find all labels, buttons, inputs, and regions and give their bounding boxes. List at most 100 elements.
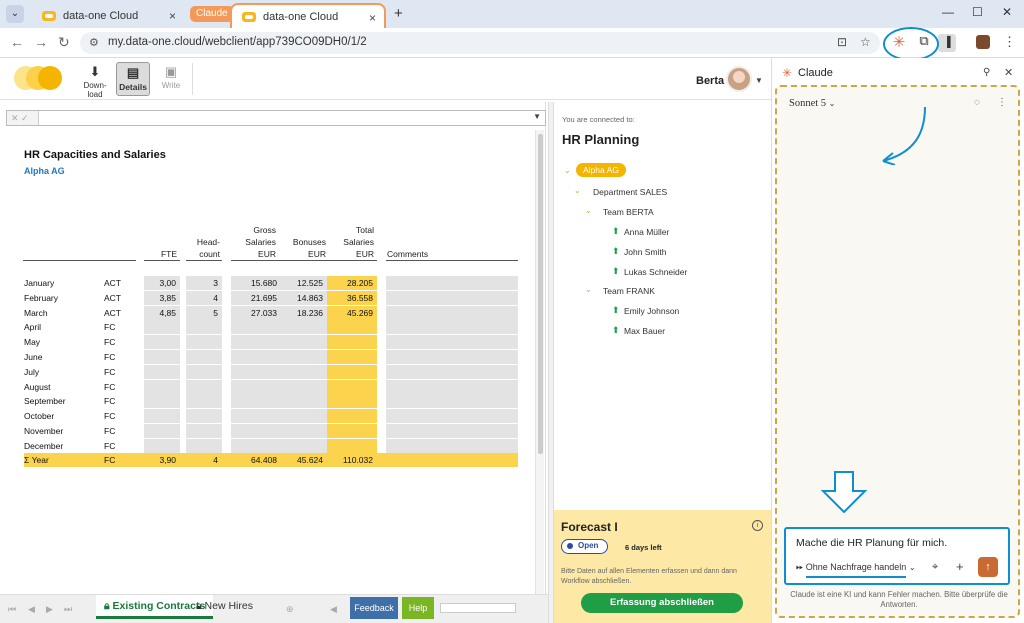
cell-total[interactable]: [327, 335, 377, 349]
cell-fte[interactable]: 4,85: [144, 306, 180, 320]
cell-head[interactable]: [186, 394, 222, 408]
tab-search-icon[interactable]: ⌄: [6, 5, 24, 23]
cell-gross[interactable]: 21.695: [231, 291, 281, 305]
cell-comment[interactable]: [386, 291, 518, 305]
cell-head[interactable]: 4: [186, 291, 222, 305]
cell-comment[interactable]: [386, 409, 518, 423]
complete-entry-button[interactable]: Erfassung abschließen: [581, 593, 743, 613]
feedback-button[interactable]: Feedback: [350, 597, 398, 619]
cell-bonus[interactable]: [281, 380, 327, 394]
info-icon[interactable]: i: [752, 520, 763, 531]
cell-total[interactable]: [327, 380, 377, 394]
cell-head[interactable]: [186, 380, 222, 394]
chevron-down-icon[interactable]: ▼: [755, 76, 763, 85]
add-attachment-icon[interactable]: +: [956, 559, 964, 574]
cell-total[interactable]: [327, 409, 377, 423]
chevron-down-icon[interactable]: ▼: [533, 112, 541, 121]
add-sheet-icon[interactable]: ⊕: [286, 604, 294, 615]
cell-bonus[interactable]: 18.236: [281, 306, 327, 320]
prev-sheet-icon[interactable]: ◀: [28, 604, 35, 615]
cell-fte[interactable]: [144, 320, 180, 334]
cell-comment[interactable]: [386, 306, 518, 320]
cell-total[interactable]: [327, 320, 377, 334]
cell-head[interactable]: 5: [186, 306, 222, 320]
cell-bonus[interactable]: [281, 335, 327, 349]
cell-comment[interactable]: [386, 276, 518, 290]
bookmark-star-icon[interactable]: ☆: [860, 35, 871, 49]
minimize-icon[interactable]: —: [942, 5, 954, 19]
formula-bar[interactable]: ✕ ✓ ▼: [6, 110, 546, 126]
tree-item-person[interactable]: Max Bauer: [624, 326, 665, 336]
cell-bonus[interactable]: 14.863: [281, 291, 327, 305]
cell-fte[interactable]: [144, 335, 180, 349]
tree-item-person[interactable]: John Smith: [624, 247, 667, 257]
next-sheet-icon[interactable]: ▶: [46, 604, 53, 615]
site-info-icon[interactable]: ⚙: [89, 36, 99, 49]
cell-head[interactable]: [186, 335, 222, 349]
cell-gross[interactable]: [231, 320, 281, 334]
download-button[interactable]: ⬇ Down- load: [78, 62, 112, 99]
cell-head[interactable]: [186, 439, 222, 453]
cell-head[interactable]: 3: [186, 276, 222, 290]
new-tab-button[interactable]: +: [394, 5, 403, 22]
new-chat-icon[interactable]: ◌: [974, 97, 980, 108]
close-tab-icon[interactable]: ×: [169, 9, 176, 23]
forward-icon[interactable]: →: [34, 34, 48, 50]
cell-gross[interactable]: [231, 335, 281, 349]
cell-total[interactable]: 45.269: [327, 306, 377, 320]
cell-total[interactable]: [327, 394, 377, 408]
cell-total[interactable]: 36.558: [327, 291, 377, 305]
avatar[interactable]: [726, 66, 752, 92]
write-button[interactable]: ▣ Write: [154, 62, 188, 96]
cell-comment[interactable]: [386, 365, 518, 379]
cell-gross[interactable]: [231, 394, 281, 408]
cell-gross[interactable]: [231, 439, 281, 453]
close-tab-icon[interactable]: ×: [369, 11, 376, 25]
cell-fte[interactable]: 3,85: [144, 291, 180, 305]
cell-fte[interactable]: [144, 424, 180, 438]
url-field[interactable]: ⚙ my.data-one.cloud/webclient/app739CO09…: [80, 32, 880, 54]
cell-bonus[interactable]: [281, 439, 327, 453]
cursor-select-icon[interactable]: ⌖: [932, 561, 938, 574]
cell-fte[interactable]: [144, 350, 180, 364]
chevron-down-icon[interactable]: ⌄: [574, 186, 581, 195]
help-button[interactable]: Help: [402, 597, 434, 619]
cell-comment[interactable]: [386, 439, 518, 453]
cell-head[interactable]: [186, 409, 222, 423]
prompt-text[interactable]: Mache die HR Planung für mich.: [796, 537, 947, 549]
vertical-scrollbar[interactable]: [535, 130, 544, 600]
cell-comment[interactable]: [386, 350, 518, 364]
cell-fte[interactable]: 3,00: [144, 276, 180, 290]
details-button[interactable]: ▤ Details: [116, 62, 150, 96]
cell-head[interactable]: [186, 320, 222, 334]
cell-comment[interactable]: [386, 335, 518, 349]
chevron-down-icon[interactable]: ⌄: [585, 206, 592, 215]
cell-gross[interactable]: 27.033: [231, 306, 281, 320]
pin-icon[interactable]: ⚲: [983, 67, 990, 78]
cell-bonus[interactable]: [281, 409, 327, 423]
cell-fte[interactable]: [144, 439, 180, 453]
profile-avatar-icon[interactable]: [976, 35, 990, 49]
tab-new-hires[interactable]: 🔒︎ New Hires: [196, 600, 253, 613]
install-app-icon[interactable]: ⊡: [837, 35, 847, 49]
cell-total[interactable]: [327, 365, 377, 379]
cell-fte[interactable]: [144, 394, 180, 408]
chevron-down-icon[interactable]: ⌄: [585, 285, 592, 294]
cell-fte[interactable]: [144, 409, 180, 423]
browser-menu-icon[interactable]: ⋮: [1003, 34, 1016, 50]
cell-gross[interactable]: 15.680: [231, 276, 281, 290]
cell-comment[interactable]: [386, 394, 518, 408]
maximize-icon[interactable]: ☐: [972, 5, 983, 19]
browser-tab-2-active[interactable]: data-one Cloud ×: [230, 3, 386, 28]
cell-bonus[interactable]: [281, 424, 327, 438]
last-sheet-icon[interactable]: ⏭: [64, 604, 72, 615]
cell-bonus[interactable]: [281, 394, 327, 408]
cell-total[interactable]: 28.205: [327, 276, 377, 290]
tree-item-team-frank[interactable]: Team FRANK: [603, 286, 655, 296]
cell-total[interactable]: [327, 350, 377, 364]
horizontal-scrollbar[interactable]: [440, 603, 516, 613]
cell-gross[interactable]: [231, 350, 281, 364]
browser-tab-1[interactable]: data-one Cloud ×: [32, 3, 184, 28]
cell-gross[interactable]: [231, 424, 281, 438]
scroll-left-icon[interactable]: ◀: [330, 604, 337, 615]
